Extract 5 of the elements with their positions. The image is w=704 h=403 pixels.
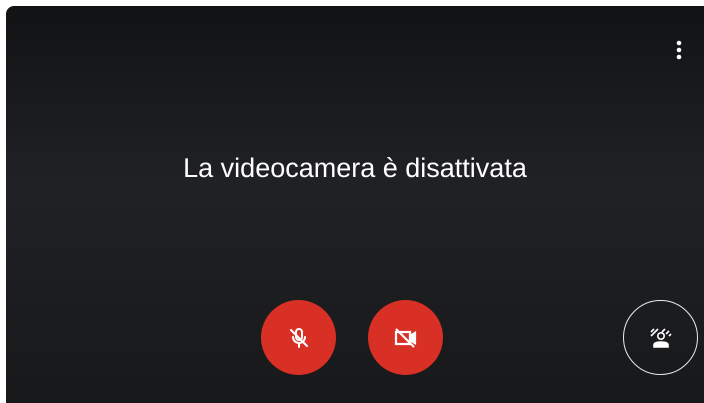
- video-camera-off-icon: [392, 326, 418, 350]
- visual-effects-button[interactable]: [623, 300, 698, 375]
- more-vertical-icon: [676, 40, 682, 60]
- camera-off-message: La videocamera è disattivata: [183, 152, 527, 184]
- person-effects-icon: [648, 326, 674, 350]
